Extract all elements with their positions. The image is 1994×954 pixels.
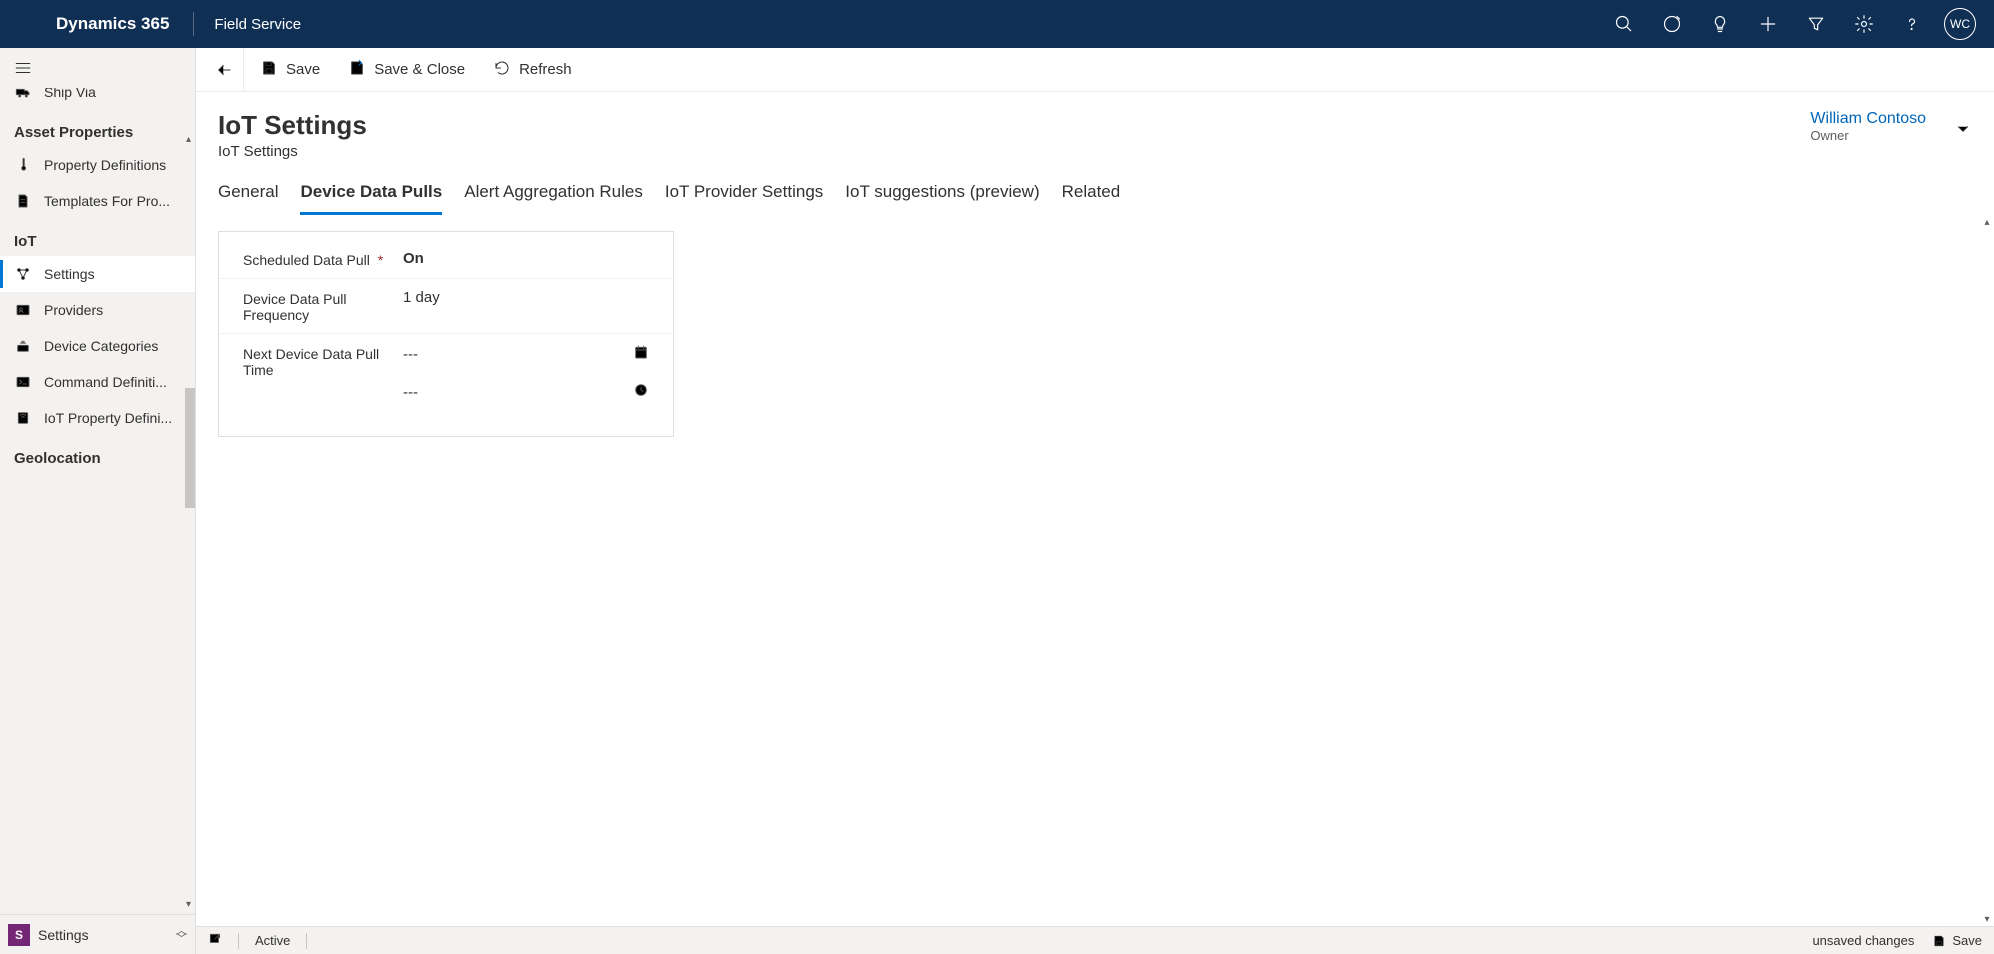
page-subtitle: IoT Settings — [218, 143, 367, 160]
save-icon — [260, 59, 278, 81]
nav-group-iot: IoT — [0, 219, 195, 256]
thermometer-icon — [14, 157, 32, 173]
popout-icon[interactable] — [208, 932, 222, 949]
filter-icon[interactable] — [1792, 0, 1840, 48]
nav-scroll-down-icon[interactable]: ▾ — [186, 899, 191, 910]
nav-item-iot-property-definitions[interactable]: IoT Property Defini... — [0, 400, 195, 436]
nav-item-device-categories[interactable]: Device Categories — [0, 328, 195, 364]
tab-iot-provider-settings[interactable]: IoT Provider Settings — [665, 176, 823, 215]
truck-icon — [14, 88, 32, 100]
tab-related[interactable]: Related — [1062, 176, 1121, 215]
page-header: IoT Settings IoT Settings William Contos… — [196, 92, 1994, 166]
nav-label: Ship Via — [44, 88, 96, 100]
owner-link[interactable]: William Contoso — [1810, 110, 1926, 127]
required-indicator: * — [378, 252, 383, 268]
owner-caption: Owner — [1810, 128, 1926, 143]
scheduled-data-pull-label: Scheduled Data Pull — [243, 252, 370, 268]
refresh-button[interactable]: Refresh — [481, 53, 584, 87]
frequency-value[interactable]: 1 day — [403, 289, 649, 306]
area-label: Settings — [38, 927, 89, 943]
device-data-pulls-section: Scheduled Data Pull * On Device Data Pul… — [218, 231, 674, 437]
nav-label: Templates For Pro... — [44, 193, 170, 209]
nav-collapse-button[interactable] — [0, 48, 195, 88]
area-badge: S — [8, 924, 30, 946]
header-expand-chevron[interactable] — [1954, 110, 1972, 141]
area-chevron-icon: ︿﹀ — [176, 927, 187, 943]
content-scrollbar[interactable]: ▴ ▾ — [1984, 215, 1994, 926]
status-bar: Active unsaved changes Save — [196, 926, 1994, 954]
nav-scroll-up-icon[interactable]: ▴ — [186, 134, 191, 145]
user-avatar[interactable]: WC — [1944, 8, 1976, 40]
people-card-icon — [14, 302, 32, 318]
nav-group-geolocation: Geolocation — [0, 436, 195, 473]
nav-item-templates-for-properties[interactable]: Templates For Pro... — [0, 183, 195, 219]
main-content: Save Save & Close Refresh IoT Settings I… — [196, 48, 1994, 954]
save-close-icon — [348, 59, 366, 81]
unsaved-changes-label: unsaved changes — [1812, 933, 1914, 948]
frequency-label: Device Data Pull Frequency — [243, 289, 393, 323]
page-title: IoT Settings — [218, 110, 367, 141]
clock-icon[interactable] — [633, 382, 649, 402]
scroll-up-icon[interactable]: ▴ — [1980, 215, 1994, 229]
nav-group-asset-properties: Asset Properties — [0, 110, 195, 147]
save-and-close-button[interactable]: Save & Close — [336, 53, 477, 87]
statusbar-separator — [306, 933, 307, 949]
device-wifi-icon — [14, 338, 32, 354]
next-pull-time-label: Next Device Data Pull Time — [243, 344, 393, 378]
area-switcher[interactable]: S Settings ︿﹀ — [0, 914, 195, 954]
nav-item-providers[interactable]: Providers — [0, 292, 195, 328]
nodes-icon — [14, 266, 32, 282]
statusbar-save-button[interactable]: Save — [1932, 933, 1982, 948]
help-icon[interactable] — [1888, 0, 1936, 48]
form-tabs: General Device Data Pulls Alert Aggregat… — [196, 166, 1994, 215]
nav-item-property-definitions[interactable]: Property Definitions — [0, 147, 195, 183]
save-label: Save — [286, 61, 320, 78]
save-button[interactable]: Save — [248, 53, 332, 87]
statusbar-separator — [238, 933, 239, 949]
refresh-label: Refresh — [519, 61, 572, 78]
nav-scrollbar-thumb[interactable] — [185, 388, 195, 508]
gear-icon[interactable] — [1840, 0, 1888, 48]
brand-label[interactable]: Dynamics 365 — [0, 14, 187, 34]
nav-label: Command Definiti... — [44, 374, 167, 390]
nav-label: Property Definitions — [44, 157, 166, 173]
app-name[interactable]: Field Service — [200, 16, 315, 33]
nav-item-ship-via[interactable]: Ship Via — [0, 88, 195, 110]
add-icon[interactable] — [1744, 0, 1792, 48]
lightbulb-icon[interactable] — [1696, 0, 1744, 48]
search-icon[interactable] — [1600, 0, 1648, 48]
nav-label: Device Categories — [44, 338, 158, 354]
nav-label: Settings — [44, 266, 95, 282]
statusbar-save-label: Save — [1952, 933, 1982, 948]
refresh-icon — [493, 59, 511, 81]
nav-label: IoT Property Defini... — [44, 410, 172, 426]
owner-field[interactable]: William Contoso Owner — [1810, 110, 1932, 143]
document-icon — [14, 193, 32, 209]
terminal-icon — [14, 374, 32, 390]
nav-label: Providers — [44, 302, 103, 318]
scroll-down-icon[interactable]: ▾ — [1980, 912, 1994, 926]
back-button[interactable] — [204, 48, 244, 92]
scheduled-data-pull-value[interactable]: On — [403, 250, 649, 267]
command-bar: Save Save & Close Refresh — [196, 48, 1994, 92]
save-close-label: Save & Close — [374, 61, 465, 78]
signal-doc-icon — [14, 410, 32, 426]
nav-item-command-definitions[interactable]: Command Definiti... — [0, 364, 195, 400]
left-nav: Ship Via Asset Properties Property Defin… — [0, 48, 196, 954]
nav-item-settings[interactable]: Settings — [0, 256, 195, 292]
tab-alert-aggregation-rules[interactable]: Alert Aggregation Rules — [464, 176, 643, 215]
nav-scroll-area[interactable]: Ship Via Asset Properties Property Defin… — [0, 88, 195, 914]
tab-device-data-pulls[interactable]: Device Data Pulls — [300, 176, 442, 215]
calendar-icon[interactable] — [633, 344, 649, 364]
global-header: Dynamics 365 Field Service WC — [0, 0, 1994, 48]
task-flow-icon[interactable] — [1648, 0, 1696, 48]
next-pull-time-value[interactable]: --- — [403, 384, 418, 401]
record-status: Active — [255, 933, 290, 948]
tab-general[interactable]: General — [218, 176, 278, 215]
next-pull-date-value[interactable]: --- — [403, 346, 418, 363]
header-divider — [193, 12, 194, 36]
tab-iot-suggestions-preview[interactable]: IoT suggestions (preview) — [845, 176, 1039, 215]
